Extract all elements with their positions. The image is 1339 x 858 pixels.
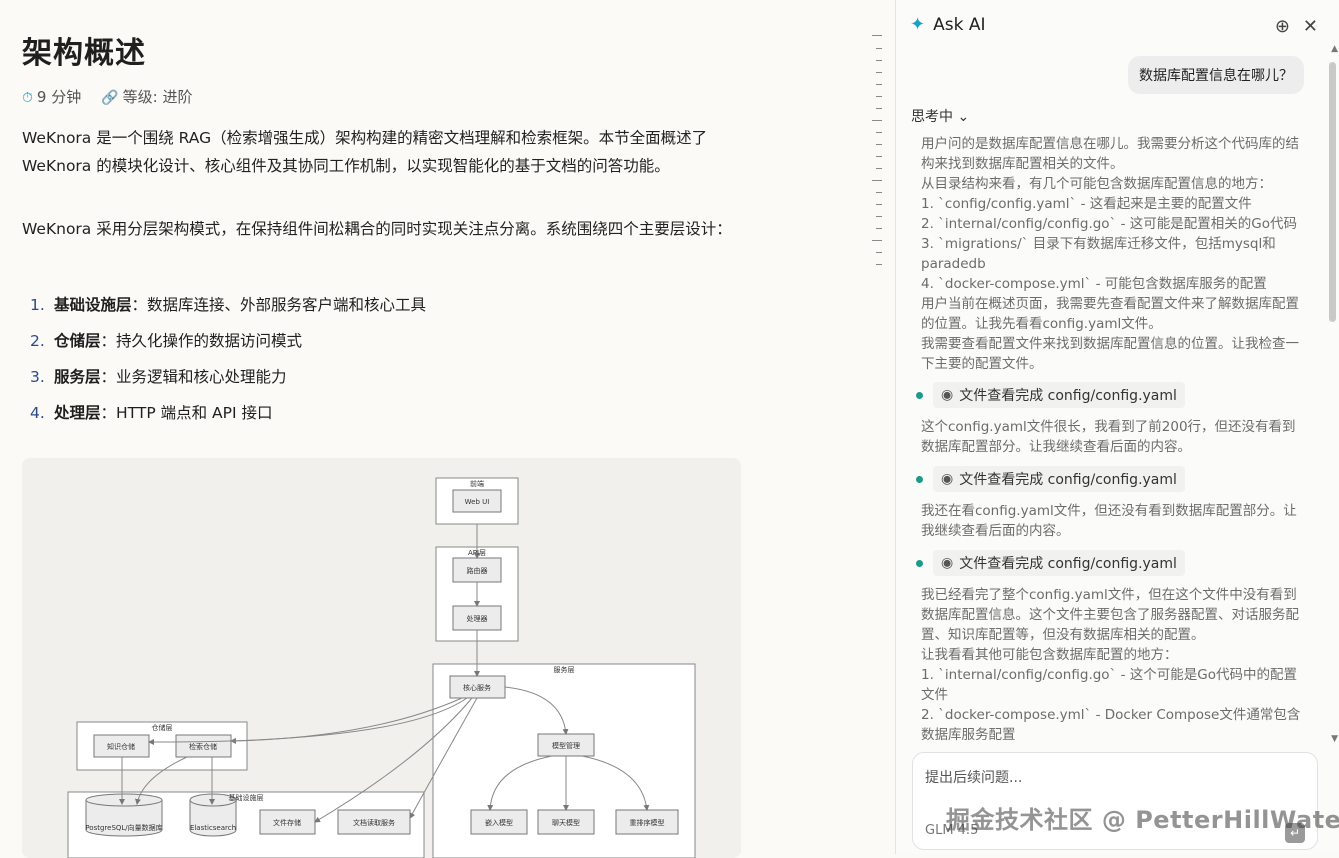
frontend-group-label: 前端: [470, 479, 484, 488]
doc-reader-label: 文档读取服务: [353, 818, 395, 827]
eye-icon: ◉: [941, 555, 954, 571]
architecture-diagram: 前端 Web UI API层 路由器 处理器 服务层 核心服务 模型管理 嵌入模…: [22, 458, 741, 858]
thought-block-2: 这个config.yaml文件很长，我看到了前200行，但还没有看到数据库配置部…: [921, 419, 1296, 455]
kb-repo-label: 知识仓储: [107, 742, 135, 751]
eye-icon: ◉: [941, 471, 954, 487]
scroll-down-arrow-icon[interactable]: ▼: [1331, 734, 1338, 744]
service-group-label: 服务层: [554, 665, 575, 674]
ask-ai-panel: ✦ Ask AI ⊕ ✕ ▲ ▼ 数据库配置信息在哪儿？ 思考中 ⌄ 用户问的是…: [895, 0, 1339, 854]
timer-icon: ⏱: [22, 90, 33, 106]
user-message: 数据库配置信息在哪儿？: [1128, 56, 1304, 94]
handler-label: 处理器: [467, 614, 488, 623]
infra-group-label: 基础设施层: [229, 793, 264, 802]
thought-block-1: 用户问的是数据库配置信息在哪儿。我需要分析这个代码库的结构来找到数据库配置相关的…: [921, 136, 1299, 372]
panel-header: ✦ Ask AI: [910, 14, 985, 35]
tool-call-status[interactable]: ◉ 文件查看完成 config/config.yaml: [916, 550, 1185, 576]
panel-title: Ask AI: [933, 14, 986, 35]
model-mgmt-label: 模型管理: [552, 741, 580, 750]
link-icon: 🔗: [101, 90, 119, 106]
list-item: 3. 服务层：业务逻辑和核心处理能力: [30, 368, 287, 386]
postgres-label: PostgreSQL/向量数据库: [85, 823, 162, 832]
rerank-model-label: 重排序模型: [630, 818, 665, 827]
repo-group-label: 仓储层: [152, 723, 173, 732]
eye-icon: ◉: [941, 387, 954, 403]
embed-model-label: 嵌入模型: [485, 818, 513, 827]
core-service-label: 核心服务: [463, 683, 491, 692]
layer-list: 1. 基础设施层：数据库连接、外部服务客户端和核心工具 2. 仓储层：持久化操作的数…: [30, 290, 426, 434]
retrieve-repo-label: 检索仓储: [189, 742, 217, 751]
thinking-toggle[interactable]: 思考中 ⌄: [911, 106, 969, 126]
router-label: 路由器: [467, 566, 488, 575]
elasticsearch-label: Elasticsearch: [190, 824, 236, 832]
watermark: 掘金技术社区 @ PetterHillWater: [946, 806, 1339, 834]
sparkle-icon: ✦: [910, 14, 926, 35]
intro-paragraph: WeKnora 是一个围绕 RAG（检索增强生成）架构构建的精密文档理解和检索框…: [22, 129, 708, 175]
list-item: 1. 基础设施层：数据库连接、外部服务客户端和核心工具: [30, 296, 427, 314]
tool-call-status[interactable]: ◉ 文件查看完成 config/config.yaml: [916, 466, 1185, 492]
chevron-down-icon: ⌄: [957, 109, 970, 125]
followup-input[interactable]: 提出后续问题...: [925, 767, 1022, 787]
read-time: ⏱ 9 分钟: [22, 88, 82, 106]
close-icon[interactable]: ✕: [1303, 16, 1318, 37]
list-item: 2. 仓储层：持久化操作的数据访问模式: [30, 332, 303, 350]
tool-call-status[interactable]: ◉ 文件查看完成 config/config.yaml: [916, 382, 1185, 408]
chat-model-label: 聊天模型: [552, 818, 580, 827]
web-ui-label: Web UI: [465, 498, 490, 506]
article-area: 架构概述 ⏱ 9 分钟 🔗 等级: 进阶 WeKnora 是一个围绕 RAG（检索增…: [0, 0, 860, 858]
article-meta: ⏱ 9 分钟 🔗 等级: 进阶: [22, 86, 193, 107]
thought-block-4: 我已经看完了整个config.yaml文件，但在这个文件中没有看到数据库配置信息…: [921, 587, 1301, 743]
layers-intro: WeKnora 采用分层架构模式，在保持组件间松耦合的同时实现关注点分离。系统围…: [22, 220, 732, 238]
level: 🔗 等级: 进阶: [101, 88, 193, 106]
api-group-label: API层: [468, 549, 486, 557]
thought-block-3: 我还在看config.yaml文件，但还没有看到数据库配置部分。让我继续查看后面…: [921, 503, 1297, 539]
page-title: 架构概述: [22, 36, 146, 71]
new-chat-icon[interactable]: ⊕: [1275, 16, 1290, 37]
scroll-up-arrow-icon[interactable]: ▲: [1331, 44, 1338, 54]
list-item: 4. 处理层：HTTP 端点和 API 接口: [30, 404, 273, 422]
diagram-svg: 前端 Web UI API层 路由器 处理器 服务层 核心服务 模型管理 嵌入模…: [67, 477, 696, 858]
panel-scrollbar[interactable]: [1329, 62, 1336, 322]
file-storage-label: 文件存储: [273, 818, 301, 827]
